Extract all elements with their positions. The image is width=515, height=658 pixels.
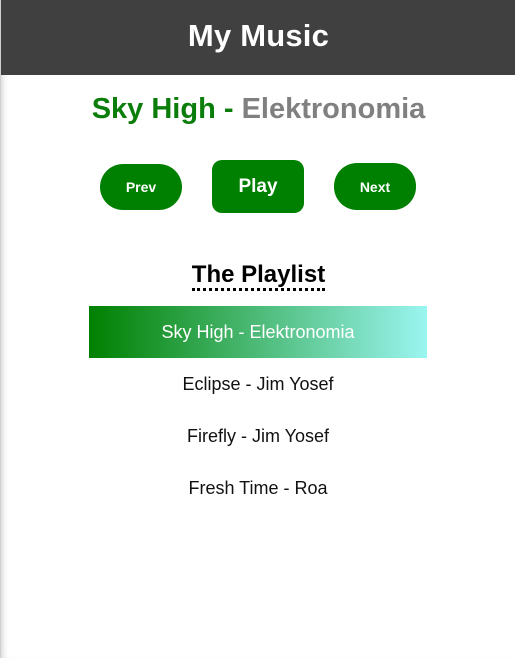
now-playing: Sky High - Elektronomia: [1, 93, 515, 126]
app-title: My Music: [187, 17, 330, 53]
playlist-item[interactable]: Firefly - Jim Yosef: [89, 410, 427, 462]
now-playing-separator: -: [215, 93, 242, 125]
play-button[interactable]: Play: [212, 160, 304, 213]
playlist-heading: The Playlist: [1, 262, 515, 291]
now-playing-artist: Elektronomia: [241, 93, 426, 125]
app-header: My Music: [1, 0, 515, 75]
playlist-item-active[interactable]: Sky High - Elektronomia: [89, 306, 427, 358]
now-playing-song: Sky High: [91, 93, 216, 125]
next-button[interactable]: Next: [334, 163, 416, 210]
playlist-item[interactable]: Fresh Time - Roa: [89, 462, 427, 514]
playlist-title: The Playlist: [191, 262, 326, 291]
playlist: Sky High - Elektronomia Eclipse - Jim Yo…: [89, 306, 427, 514]
app-frame: My Music Sky High - Elektronomia Prev Pl…: [0, 0, 515, 658]
prev-button[interactable]: Prev: [100, 164, 182, 210]
playlist-item[interactable]: Eclipse - Jim Yosef: [89, 358, 427, 410]
